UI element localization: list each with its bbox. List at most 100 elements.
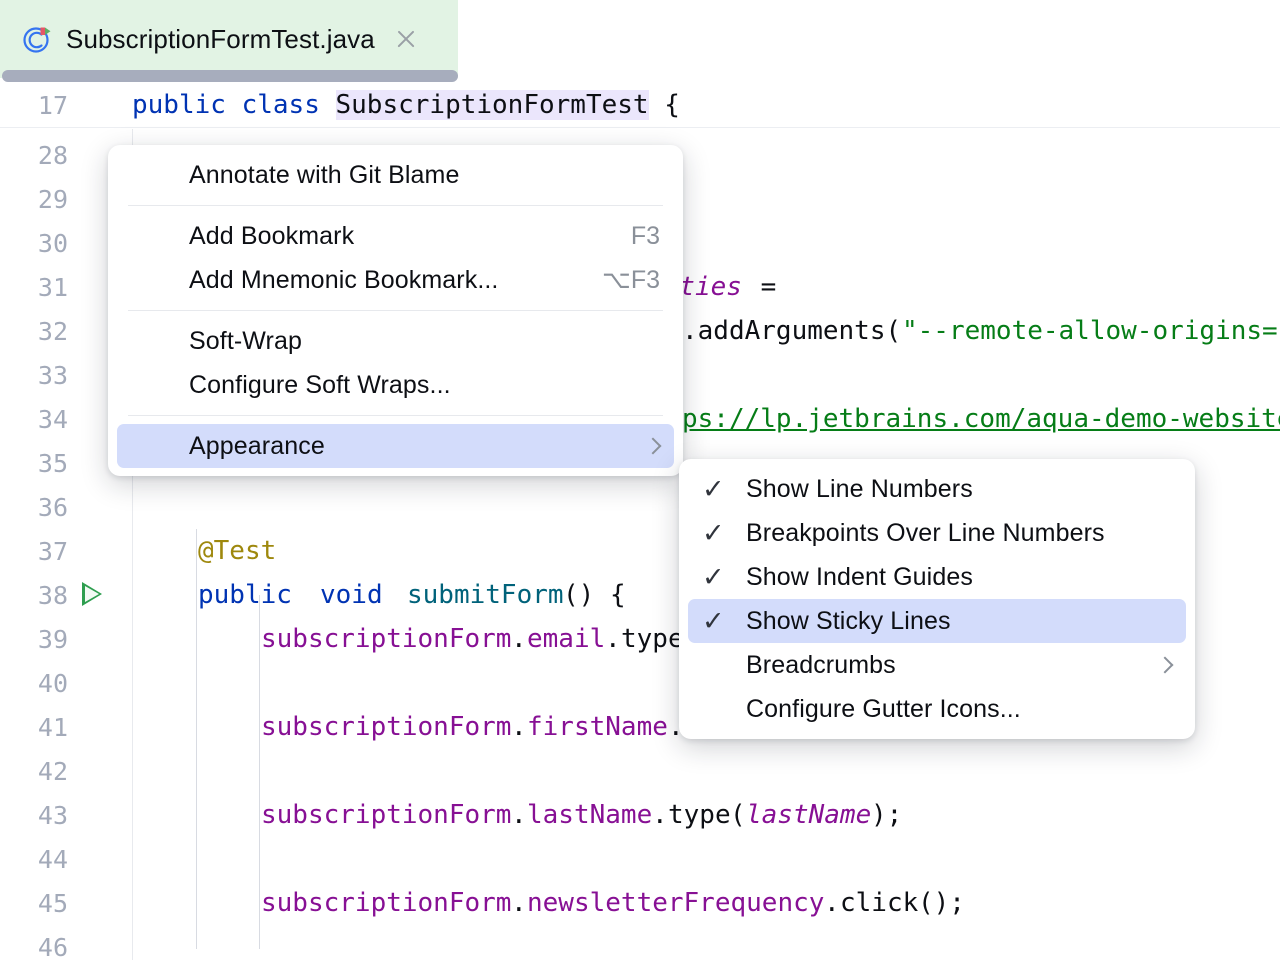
menu-item-label: Show Sticky Lines (746, 606, 951, 635)
menu-item-shortcut: F3 (630, 221, 660, 250)
code-token-field: firstName (527, 712, 668, 742)
code-token-plain: = (745, 272, 777, 302)
appearance-submenu[interactable]: ✓ Show Line Numbers ✓ Breakpoints Over Line… (679, 459, 1195, 739)
editor-tab-subscriptionformtest[interactable]: SubscriptionFormTest.java (0, 0, 458, 78)
code-line-row: 44 (0, 837, 1280, 881)
ide-editor-window: SubscriptionFormTest.java 17 public clas… (0, 0, 1280, 960)
line-number[interactable]: 36 (0, 493, 68, 522)
chevron-right-icon (646, 439, 660, 453)
line-number[interactable]: 44 (0, 845, 68, 874)
line-number[interactable]: 35 (0, 449, 68, 478)
code-token-plain: ); (871, 800, 903, 830)
sticky-line-number: 17 (37, 90, 68, 120)
code-token-field: subscriptionForm (261, 888, 512, 918)
close-icon[interactable] (393, 26, 419, 52)
menu-item-annotate-with-git-blame[interactable]: Annotate with Git Blame (117, 153, 674, 197)
menu-item-label: Show Line Numbers (746, 474, 973, 503)
menu-item-breakpoints-over-line-numbers[interactable]: ✓ Breakpoints Over Line Numbers (688, 511, 1186, 555)
code-token-plain: . (605, 624, 621, 654)
code-token-plain: .addArguments( (682, 316, 902, 346)
line-number[interactable]: 34 (0, 405, 68, 434)
checkmark-icon: ✓ (702, 561, 725, 593)
line-number[interactable]: 41 (0, 713, 68, 742)
code-token-string: "--remote-allow-origins= (902, 316, 1278, 346)
run-test-icon[interactable] (82, 582, 102, 606)
menu-item-configure-soft-wraps[interactable]: Configure Soft Wraps... (117, 363, 674, 407)
code-line-row: 45 subscriptionForm. newsletterFrequency. c… (0, 881, 1280, 925)
line-number[interactable]: 31 (0, 273, 68, 302)
code-token-plain: ( (730, 800, 746, 830)
gutter-slot[interactable] (68, 485, 132, 529)
menu-item-show-indent-guides[interactable]: ✓ Show Indent Guides (688, 555, 1186, 599)
menu-item-appearance[interactable]: Appearance (117, 424, 674, 468)
line-number[interactable]: 29 (0, 185, 68, 214)
line-number[interactable]: 45 (0, 889, 68, 918)
menu-item-label: Add Bookmark (189, 221, 355, 250)
sticky-line-code: public class SubscriptionFormTest { (132, 83, 680, 127)
menu-item-soft-wrap[interactable]: Soft-Wrap (117, 319, 674, 363)
gutter-slot[interactable] (68, 661, 132, 705)
gutter-slot[interactable] (68, 749, 132, 793)
code-token-field: subscriptionForm (261, 712, 512, 742)
gutter-slot[interactable] (68, 705, 132, 749)
menu-item-configure-gutter-icons[interactable]: Configure Gutter Icons... (688, 687, 1186, 731)
menu-item-add-mnemonic-bookmark[interactable]: Add Mnemonic Bookmark... ⌥F3 (117, 258, 674, 302)
code-token-plain: (); (918, 888, 965, 918)
menu-item-show-line-numbers[interactable]: ✓ Show Line Numbers (688, 467, 1186, 511)
editor-gutter-context-menu[interactable]: Annotate with Git Blame Add Bookmark F3 Add… (108, 145, 683, 476)
code-token-keyword: public (198, 580, 308, 610)
code-token-brace: { (648, 90, 680, 120)
gutter-slot[interactable] (68, 925, 132, 960)
line-number[interactable]: 40 (0, 669, 68, 698)
line-number[interactable]: 32 (0, 317, 68, 346)
code-token-annotation: @Test (198, 536, 277, 566)
code-token-field: subscriptionForm (261, 624, 512, 654)
line-number[interactable]: 30 (0, 229, 68, 258)
code-token-plain: . (652, 800, 668, 830)
chevron-right-icon (1158, 658, 1172, 672)
code-token-field: subscriptionForm (261, 800, 512, 830)
menu-item-label: Add Mnemonic Bookmark... (189, 265, 499, 294)
gutter-slot[interactable] (68, 573, 132, 617)
editor-tab-bar: SubscriptionFormTest.java (0, 0, 1280, 82)
gutter-slot[interactable] (68, 617, 132, 661)
menu-item-label: Appearance (189, 431, 325, 460)
line-number[interactable]: 46 (0, 933, 68, 960)
code-token-plain: click (840, 888, 919, 918)
menu-separator (128, 415, 663, 416)
menu-item-label: Configure Soft Wraps... (189, 370, 451, 399)
menu-item-label: Show Indent Guides (746, 562, 973, 591)
editor-tab-label: SubscriptionFormTest.java (66, 23, 375, 54)
line-number[interactable]: 37 (0, 537, 68, 566)
line-number[interactable]: 33 (0, 361, 68, 390)
scrollbar-thumb[interactable] (2, 70, 458, 82)
checkmark-icon: ✓ (702, 517, 725, 549)
editor-horizontal-scrollbar[interactable] (0, 70, 1280, 82)
checkmark-icon: ✓ (702, 605, 725, 637)
line-number[interactable]: 43 (0, 801, 68, 830)
sticky-lines-header: 17 public class SubscriptionFormTest { (0, 82, 1280, 128)
code-token-plain: . (511, 800, 527, 830)
menu-item-label: Configure Gutter Icons... (746, 694, 1021, 723)
line-number[interactable]: 38 (0, 581, 68, 610)
menu-item-label: Breakpoints Over Line Numbers (746, 518, 1105, 547)
code-token-field: lastName (527, 800, 653, 830)
sticky-gutter-slot (68, 83, 132, 127)
code-token-keyword: void (320, 580, 399, 610)
code-token-class-name: SubscriptionFormTest (335, 90, 649, 120)
code-token-param: lastName (746, 800, 872, 830)
gutter-slot[interactable] (68, 529, 132, 573)
code-token-method: submitForm (407, 580, 564, 610)
line-number[interactable]: 42 (0, 757, 68, 786)
line-number[interactable]: 28 (0, 141, 68, 170)
line-number[interactable]: 39 (0, 625, 68, 654)
menu-item-label: Breadcrumbs (746, 650, 896, 679)
menu-item-show-sticky-lines[interactable]: ✓ Show Sticky Lines (688, 599, 1186, 643)
code-token-field: newsletterFrequency (527, 888, 825, 918)
gutter-slot[interactable] (68, 881, 132, 925)
menu-item-breadcrumbs[interactable]: Breadcrumbs (688, 643, 1186, 687)
gutter-slot[interactable] (68, 837, 132, 881)
gutter-slot[interactable] (68, 793, 132, 837)
menu-item-add-bookmark[interactable]: Add Bookmark F3 (117, 214, 674, 258)
menu-item-shortcut: ⌥F3 (602, 266, 660, 294)
